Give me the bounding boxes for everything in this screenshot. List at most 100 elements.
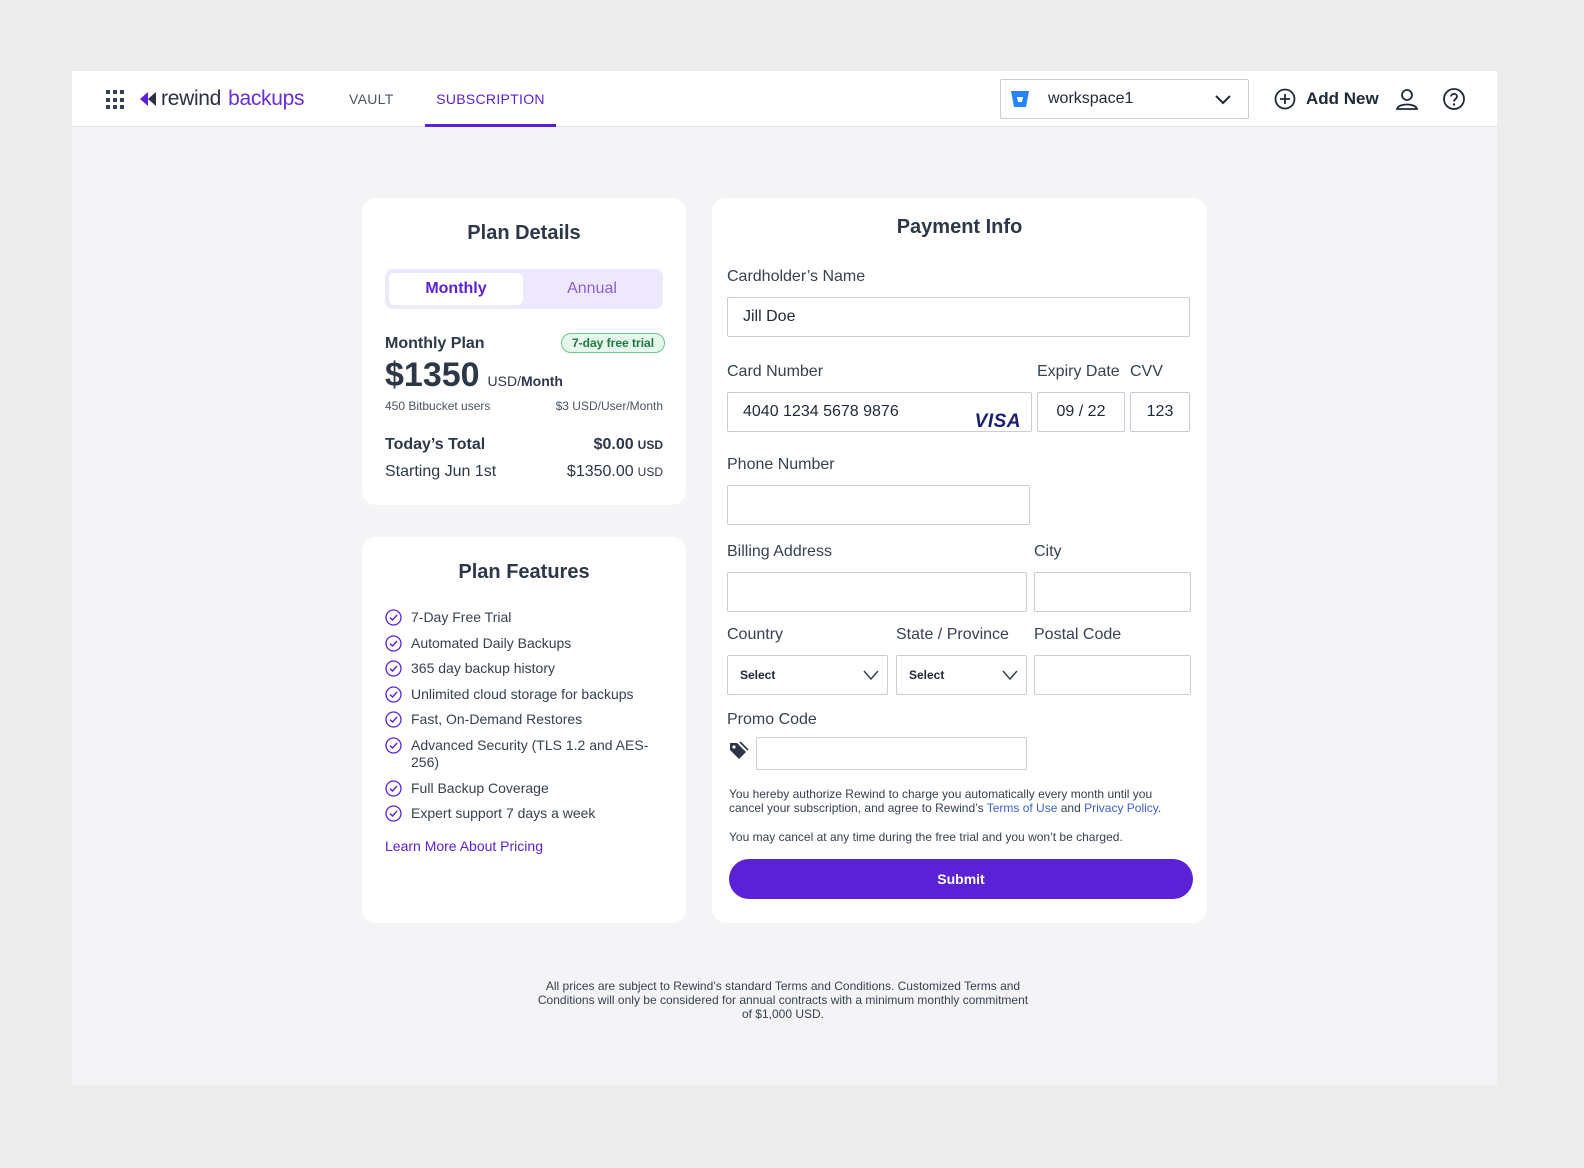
- todays-total-value: $0.00: [593, 436, 634, 453]
- cardholder-name-input[interactable]: Jill Doe: [727, 297, 1190, 337]
- toggle-annual[interactable]: Annual: [525, 273, 659, 305]
- plan-price: $1350 USD/Month: [385, 356, 563, 395]
- cardholder-name-label: Cardholder’s Name: [727, 268, 866, 285]
- feature-item: Unlimited cloud storage for backups: [385, 686, 655, 703]
- nav-tab-subscription[interactable]: SUBSCRIPTION: [425, 71, 556, 127]
- postal-code-label: Postal Code: [1034, 626, 1122, 643]
- price-tag-icon: [730, 741, 749, 759]
- price-unit-currency: USD/: [487, 373, 521, 389]
- feature-text: Automated Daily Backups: [411, 634, 572, 651]
- submit-button[interactable]: Submit: [729, 859, 1193, 899]
- trial-badge: 7-day free trial: [561, 333, 666, 353]
- expiry-date-label: Expiry Date: [1037, 363, 1120, 380]
- country-select-value: Select: [740, 668, 776, 682]
- feature-item: Advanced Security (TLS 1.2 and AES-256): [385, 737, 655, 771]
- promo-code-label: Promo Code: [727, 711, 817, 728]
- feature-item: Expert support 7 days a week: [385, 805, 655, 822]
- state-select-value: Select: [909, 668, 945, 682]
- feature-item: Automated Daily Backups: [385, 635, 655, 652]
- chevron-down-icon: [1215, 95, 1231, 105]
- window-frame: rewind backups VAULT SUBSCRIPTION worksp…: [0, 0, 1568, 1156]
- promo-code-input[interactable]: [756, 737, 1027, 770]
- add-new-label: Add New: [1306, 89, 1379, 108]
- city-input[interactable]: [1034, 572, 1191, 612]
- check-circle-icon: [385, 634, 402, 652]
- postal-code-input[interactable]: [1034, 655, 1191, 695]
- learn-more-pricing-link[interactable]: Learn More About Pricing: [385, 838, 543, 854]
- per-user-price: $3 USD/User/Month: [555, 399, 663, 413]
- check-circle-icon: [385, 711, 402, 729]
- feature-text: Fast, On-Demand Restores: [411, 711, 583, 728]
- state-province-label: State / Province: [896, 626, 1009, 643]
- state-province-select[interactable]: Select: [896, 655, 1027, 695]
- bitbucket-icon: [1011, 91, 1029, 107]
- check-circle-icon: [385, 737, 402, 754]
- feature-text: Full Backup Coverage: [411, 779, 549, 796]
- todays-total-amount: $0.00 USD: [594, 436, 663, 454]
- check-circle-icon: [385, 609, 402, 626]
- cvv-label: CVV: [1130, 363, 1163, 380]
- check-circle-icon: [385, 779, 402, 797]
- country-label: Country: [727, 626, 784, 643]
- feature-text: Expert support 7 days a week: [411, 805, 596, 822]
- workspace-name: workspace1: [1048, 90, 1134, 107]
- price-value: $1350: [385, 356, 480, 394]
- plan-name: Monthly Plan: [385, 335, 485, 352]
- plan-features-title: Plan Features: [458, 561, 590, 583]
- user-count: 450 Bitbucket users: [385, 399, 491, 413]
- rewind-logo-icon: [140, 92, 156, 106]
- chevron-down-icon: [1002, 670, 1018, 681]
- todays-total-label: Today’s Total: [385, 436, 486, 453]
- starting-total-row: Starting Jun 1st $1350.00 USD: [385, 463, 663, 481]
- app-launcher-grid-icon[interactable]: [106, 90, 126, 110]
- user-profile-icon[interactable]: [1395, 87, 1419, 111]
- feature-item: Fast, On-Demand Restores: [385, 711, 655, 729]
- price-unit: USD/Month: [488, 373, 563, 389]
- plan-details-title: Plan Details: [467, 222, 581, 244]
- check-circle-icon: [385, 805, 402, 822]
- feature-text: 365 day backup history: [411, 660, 555, 677]
- starting-label: Starting Jun 1st: [385, 463, 497, 480]
- brand-name-backups: backups: [228, 87, 305, 110]
- billing-address-label: Billing Address: [727, 543, 832, 560]
- terms-of-use-link[interactable]: Terms of Use: [987, 801, 1058, 815]
- plan-details-card: Plan Details Monthly Annual Monthly Plan…: [362, 198, 686, 505]
- currency-label: USD: [637, 465, 663, 479]
- billing-period-toggle: Monthly Annual: [385, 269, 663, 309]
- help-question-icon[interactable]: [1442, 87, 1466, 111]
- top-navigation-bar: rewind backups VAULT SUBSCRIPTION worksp…: [72, 71, 1497, 127]
- phone-number-input[interactable]: [727, 485, 1030, 525]
- app-container: rewind backups VAULT SUBSCRIPTION worksp…: [72, 71, 1497, 1085]
- authorization-text-end: .: [1157, 801, 1162, 815]
- check-circle-icon: [385, 686, 402, 703]
- card-number-input[interactable]: 4040 1234 5678 9876 VISA: [727, 392, 1032, 432]
- card-number-value: 4040 1234 5678 9876: [743, 403, 899, 420]
- city-label: City: [1034, 543, 1062, 560]
- rewind-backups-logo[interactable]: rewind backups: [138, 85, 304, 113]
- feature-item: Full Backup Coverage: [385, 780, 655, 797]
- expiry-date-input[interactable]: 09 / 22: [1037, 392, 1125, 432]
- billing-address-input[interactable]: [727, 572, 1027, 612]
- feature-item: 365 day backup history: [385, 660, 655, 677]
- feature-item: 7-Day Free Trial: [385, 609, 655, 626]
- nav-tab-vault[interactable]: VAULT: [349, 71, 394, 127]
- phone-number-label: Phone Number: [727, 456, 835, 473]
- brand-name-rewind: rewind: [161, 87, 222, 110]
- privacy-policy-link[interactable]: Privacy Policy: [1084, 801, 1158, 815]
- payment-info-card: Payment Info Cardholder’s Name Jill Doe …: [712, 198, 1207, 923]
- payment-info-title: Payment Info: [896, 216, 1023, 238]
- feature-text: 7-Day Free Trial: [411, 609, 512, 625]
- cvv-input[interactable]: 123: [1130, 392, 1190, 432]
- toggle-monthly[interactable]: Monthly: [389, 273, 523, 305]
- check-circle-icon: [385, 660, 402, 677]
- starting-amount: $1350.00 USD: [567, 463, 663, 481]
- workspace-selector[interactable]: workspace1: [1000, 79, 1249, 119]
- pricing-footnote: All prices are subject to Rewind’s stand…: [537, 979, 1029, 1021]
- feature-text: Unlimited cloud storage for backups: [411, 685, 634, 702]
- country-select[interactable]: Select: [727, 655, 888, 695]
- price-unit-period: Month: [521, 373, 563, 389]
- add-new-button[interactable]: Add New: [1274, 87, 1379, 111]
- plus-circle-icon: [1274, 88, 1296, 110]
- plan-features-card: Plan Features 7-Day Free Trial Automated …: [362, 537, 686, 923]
- card-number-label: Card Number: [727, 363, 824, 380]
